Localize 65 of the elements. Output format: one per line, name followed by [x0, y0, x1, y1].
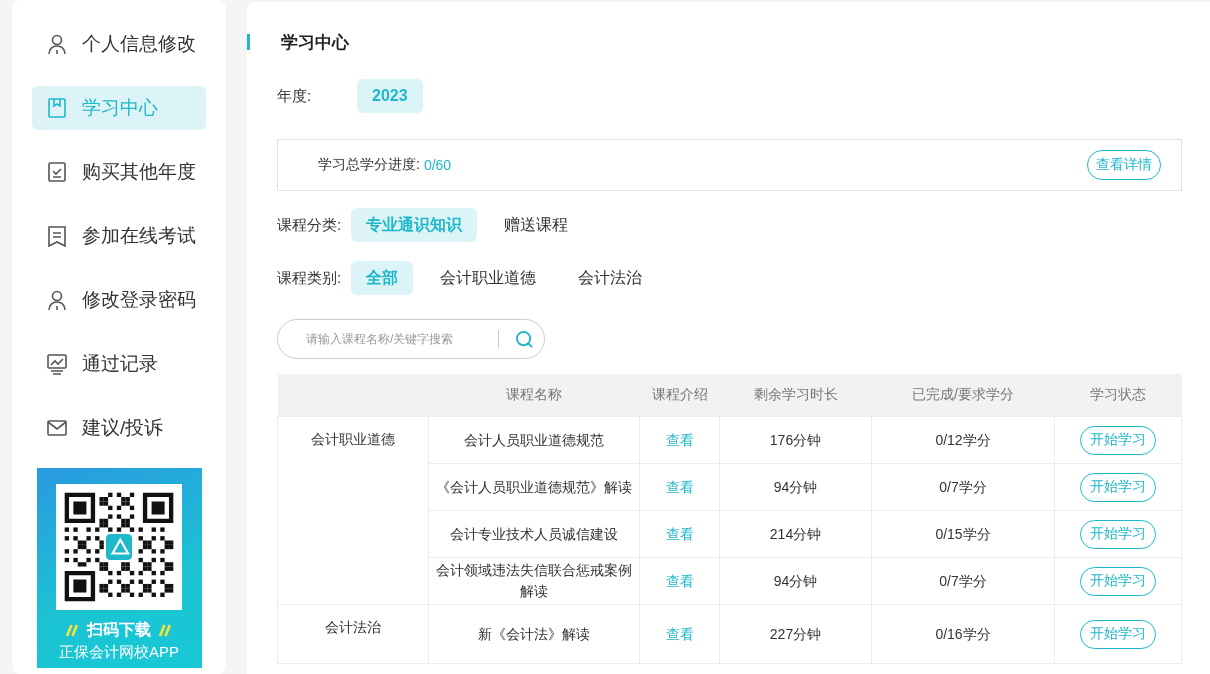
filter-chip[interactable]: 会计法治	[563, 261, 658, 295]
start-study-button[interactable]: 开始学习	[1080, 472, 1156, 502]
mail-icon	[46, 417, 68, 439]
course-name-cell: 会计人员职业道德规范	[464, 431, 604, 448]
column-header: 已完成/要求学分	[912, 386, 1014, 402]
remaining-time-cell: 94分钟	[773, 572, 818, 589]
start-study-button[interactable]: 开始学习	[1080, 425, 1156, 455]
column-header: 课程介绍	[651, 386, 708, 402]
filter-chip[interactable]: 专业通识知识	[351, 208, 478, 242]
progress-label: 学习总学分进度:	[318, 156, 420, 174]
banner-subtitle: 正保会计网校APP	[59, 643, 179, 662]
course-name-cell: 会计专业技术人员诚信建设	[450, 525, 618, 542]
remaining-time-cell: 227分钟	[769, 625, 822, 642]
title-accent-bar	[247, 34, 250, 50]
book-icon	[46, 97, 68, 119]
remaining-time-cell: 214分钟	[769, 525, 822, 542]
person-icon	[46, 289, 68, 311]
view-link[interactable]: 查看	[665, 478, 694, 495]
page-title: 学习中心	[281, 31, 349, 54]
credits-cell: 0/12学分	[935, 431, 991, 448]
view-link[interactable]: 查看	[665, 525, 694, 542]
column-header: 学习状态	[1090, 386, 1146, 402]
year-chip[interactable]: 2023	[357, 79, 423, 113]
start-study-button[interactable]: 开始学习	[1080, 566, 1156, 596]
person-icon	[46, 33, 68, 55]
remaining-time-cell: 94分钟	[773, 478, 818, 495]
chart-icon	[46, 353, 68, 375]
column-header: 课程名称	[506, 386, 562, 402]
course-name-cell: 《会计人员职业道德规范》解读	[436, 478, 632, 495]
search-icon[interactable]	[515, 329, 534, 349]
note-icon	[46, 225, 68, 247]
credits-cell: 0/7学分	[939, 478, 987, 495]
category-cell: 会计职业道德	[311, 431, 395, 447]
view-link[interactable]: 查看	[665, 625, 694, 642]
sidebar-item[interactable]: 个人信息修改	[32, 22, 206, 66]
course-name-cell: 会计领域违法失信联合惩戒案例解读	[436, 562, 632, 599]
credits-cell: 0/15学分	[935, 525, 991, 542]
sidebar-item[interactable]: 通过记录	[32, 342, 206, 386]
filter-label: 课程类别:	[277, 268, 342, 288]
year-label: 年度:	[277, 86, 313, 106]
progress-value: 0/60	[423, 157, 453, 173]
sidebar-item[interactable]: 建议/投诉	[32, 406, 206, 450]
slash-icon	[66, 624, 79, 637]
category-cell: 会计法治	[325, 619, 381, 635]
column-header: 剩余学习时长	[753, 386, 838, 402]
credits-cell: 0/7学分	[939, 572, 987, 589]
remaining-time-cell: 176分钟	[769, 431, 822, 448]
view-link[interactable]: 查看	[665, 572, 694, 589]
course-name-cell: 新《会计法》解读	[478, 625, 590, 642]
banner-title: 扫码下载	[87, 620, 151, 640]
start-study-button[interactable]: 开始学习	[1080, 619, 1156, 649]
filter-chip[interactable]: 赠送课程	[489, 208, 584, 242]
sidebar-item[interactable]: 参加在线考试	[32, 214, 206, 258]
details-button[interactable]: 查看详情	[1087, 150, 1161, 180]
sidebar-item[interactable]: 购买其他年度	[32, 150, 206, 194]
credits-cell: 0/16学分	[935, 625, 991, 642]
sidebar-item[interactable]: 学习中心	[32, 86, 206, 130]
filter-chip[interactable]: 会计职业道德	[425, 261, 552, 295]
filter-label: 课程分类:	[277, 215, 342, 235]
start-study-button[interactable]: 开始学习	[1080, 519, 1156, 549]
filter-chip[interactable]: 全部	[351, 261, 414, 295]
slash-icon	[159, 624, 172, 637]
sidebar-item[interactable]: 修改登录密码	[32, 278, 206, 322]
view-link[interactable]: 查看	[665, 431, 694, 448]
check-icon	[46, 161, 68, 183]
